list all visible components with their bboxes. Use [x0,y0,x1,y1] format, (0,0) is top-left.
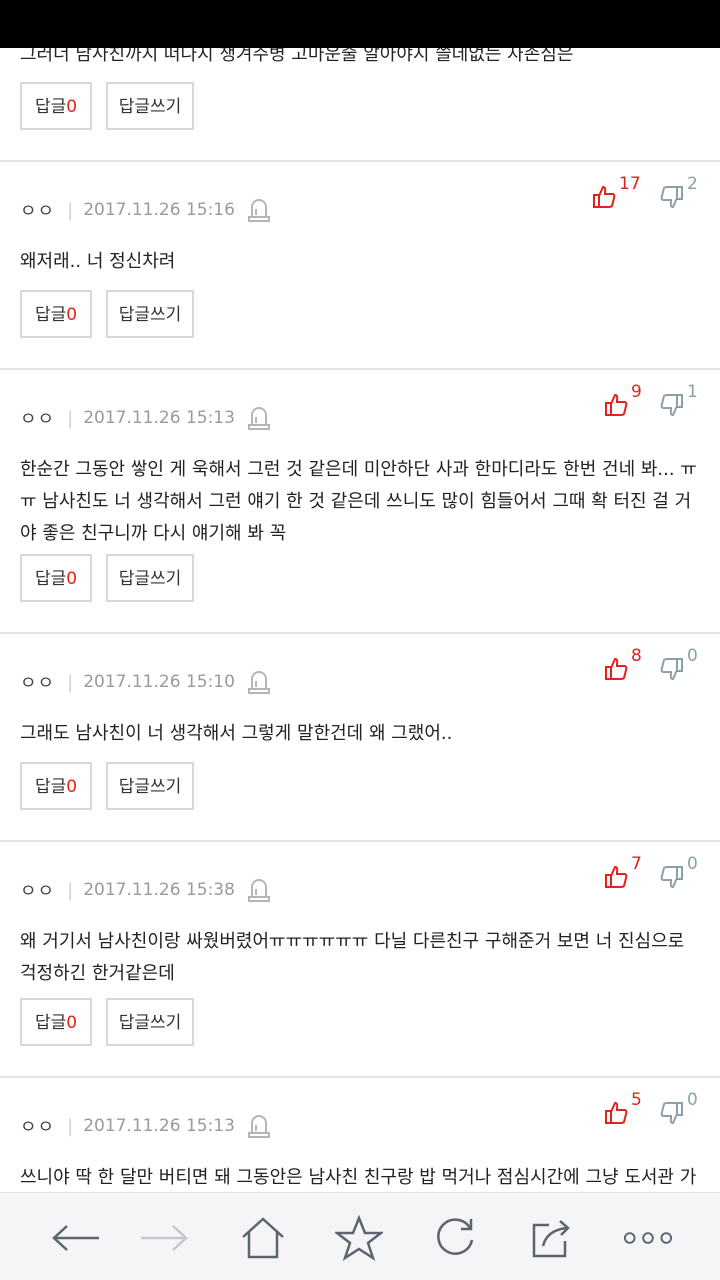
comment-date: 2017.11.26 15:13 [83,408,235,428]
comment-meta: ㅇㅇ | 2017.11.26 15:13 [20,404,271,432]
reply-label: 답글 [34,97,67,117]
vote-area: 1 [660,382,698,422]
status-bar [0,0,720,48]
forward-arrow-icon[interactable] [139,1213,189,1263]
reply-button[interactable]: 답글0 [20,998,92,1046]
author-name: ㅇㅇ [20,201,56,222]
share-icon[interactable] [526,1213,576,1263]
comment-text: 그래도 남사친이 너 생각해서 그렇게 말한건데 왜 그랬어.. [20,723,453,744]
comment-meta: ㅇㅇ | 2017.11.26 15:10 [20,668,271,696]
thumbs-down-icon[interactable] [660,392,684,418]
author-name: ㅇㅇ [20,881,56,902]
vote-area: 9 [604,382,642,422]
comment-date: 2017.11.26 15:16 [83,200,235,220]
back-arrow-icon[interactable] [51,1213,101,1263]
browser-bottom-toolbar [0,1192,720,1280]
vote-area: 0 [660,1090,698,1130]
reply-label: 답글 [34,1013,67,1033]
like-count: 5 [631,1090,642,1110]
comment-text: 한순간 그동안 쌓인 게 욱해서 그런 것 같은데 미안하단 사과 한마디라도 … [20,459,697,544]
divider [0,840,720,842]
divider [0,368,720,370]
reply-count: 0 [66,305,78,325]
vote-area: 2 [660,174,698,214]
comment-meta: ㅇㅇ | 2017.11.26 15:16 [20,196,271,224]
write-reply-button[interactable]: 답글쓰기 [106,998,194,1046]
reply-button[interactable]: 답글0 [20,762,92,810]
thumbs-down-icon[interactable] [660,184,684,210]
report-siren-icon[interactable] [247,877,271,903]
report-siren-icon[interactable] [247,669,271,695]
divider [0,1076,720,1078]
home-icon[interactable] [238,1213,288,1263]
reply-label: 답글 [34,305,67,325]
vote-area: 5 [604,1090,642,1130]
meta-separator: | [67,879,74,901]
comment-date: 2017.11.26 15:10 [83,672,235,692]
vote-area: 7 [604,854,642,894]
meta-separator: | [67,1115,74,1137]
dislike-count: 0 [687,646,698,666]
reply-count: 0 [66,569,78,589]
refresh-icon[interactable] [430,1213,480,1263]
like-count: 9 [631,382,642,402]
write-reply-button[interactable]: 답글쓰기 [106,762,194,810]
reply-count: 0 [66,777,78,797]
comment-feed: 그러더 남사친까지 떠나지 챙겨주병 고마운줄 알아야지 쓸데없는 자존심은 답… [0,0,720,1192]
thumbs-down-icon[interactable] [660,656,684,682]
reply-button[interactable]: 답글0 [20,82,92,130]
star-icon[interactable] [334,1213,384,1263]
meta-separator: | [67,671,74,693]
reply-button[interactable]: 답글0 [20,290,92,338]
dislike-count: 0 [687,1090,698,1110]
comment-date: 2017.11.26 15:13 [83,1116,235,1136]
dislike-count: 0 [687,854,698,874]
write-reply-button[interactable]: 답글쓰기 [106,82,194,130]
author-name: ㅇㅇ [20,409,56,430]
vote-area: 0 [660,646,698,686]
vote-area: 8 [604,646,642,686]
thumbs-up-icon[interactable] [604,1100,628,1126]
comment-meta: ㅇㅇ | 2017.11.26 15:13 [20,1112,271,1140]
author-name: ㅇㅇ [20,673,56,694]
author-name: ㅇㅇ [20,1117,56,1138]
comment-date: 2017.11.26 15:38 [83,880,235,900]
reply-count: 0 [66,1013,78,1033]
comment-text: 왜 거기서 남사친이랑 싸웠버렸어ㅠㅠㅠㅠㅠㅠ 다닐 다른친구 구해준거 보면 … [20,931,685,984]
divider [0,160,720,162]
more-dots-icon[interactable] [623,1213,673,1263]
divider [0,632,720,634]
thumbs-down-icon[interactable] [660,1100,684,1126]
thumbs-up-icon[interactable] [604,864,628,890]
comment-meta: ㅇㅇ | 2017.11.26 15:38 [20,876,271,904]
reply-count: 0 [66,97,78,117]
meta-separator: | [67,407,74,429]
dislike-count: 1 [687,382,698,402]
like-count: 8 [631,646,642,666]
dislike-count: 2 [687,174,698,194]
thumbs-up-icon[interactable] [604,656,628,682]
like-count: 17 [619,174,641,194]
thumbs-up-icon[interactable] [592,184,616,210]
report-siren-icon[interactable] [247,405,271,431]
thumbs-down-icon[interactable] [660,864,684,890]
like-count: 7 [631,854,642,874]
meta-separator: | [67,199,74,221]
thumbs-up-icon[interactable] [604,392,628,418]
write-reply-button[interactable]: 답글쓰기 [106,290,194,338]
comment-text: 쓰니야 딱 한 달만 버티면 돼 그동안은 남사친 친구랑 밥 먹거나 점심시간… [20,1167,697,1188]
reply-label: 답글 [34,777,67,797]
report-siren-icon[interactable] [247,1113,271,1139]
report-siren-icon[interactable] [247,197,271,223]
reply-label: 답글 [34,569,67,589]
reply-button[interactable]: 답글0 [20,554,92,602]
vote-area: 0 [660,854,698,894]
vote-area: 17 [592,174,641,214]
comment-text: 왜저래.. 너 정신차려 [20,251,176,272]
write-reply-button[interactable]: 답글쓰기 [106,554,194,602]
